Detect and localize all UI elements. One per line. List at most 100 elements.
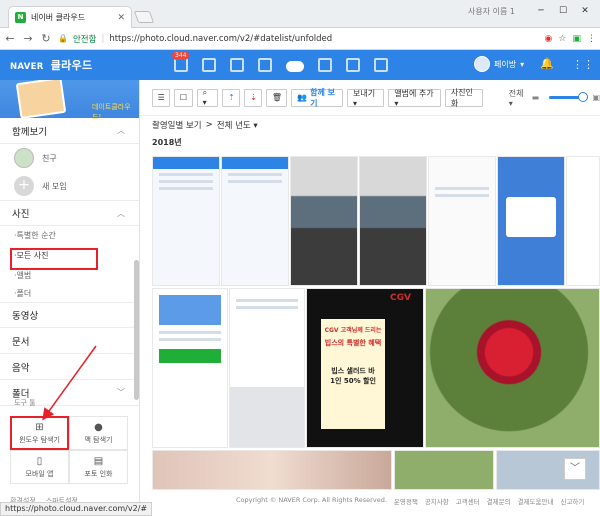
- minimize-icon[interactable]: ─: [530, 3, 552, 19]
- cgv-promo-panel: CGV 고객님께 드리는 빕스의 특별한 혜택 빕스 샐러드 바 1인 50% …: [321, 319, 385, 429]
- photo-thumbnail[interactable]: [425, 288, 600, 448]
- cast-icon[interactable]: ▣: [572, 34, 581, 44]
- footer-link[interactable]: 결제도움안내: [518, 496, 554, 506]
- grid-large-icon[interactable]: ▣: [592, 93, 600, 102]
- grid-size-icon[interactable]: ▬: [532, 93, 540, 102]
- thumb-line: [228, 173, 282, 176]
- photo-thumbnail[interactable]: [394, 450, 494, 490]
- photo-thumbnail-cgv[interactable]: CGV CGV 고객님께 드리는 빕스의 특별한 혜택 빕스 샐러드 바 1인 …: [306, 288, 424, 448]
- url-separator: |: [101, 33, 105, 44]
- send-dropdown[interactable]: 보내기 ▾: [347, 88, 385, 108]
- sidebar-scrollbar[interactable]: [134, 260, 139, 400]
- photo-thumbnail[interactable]: [497, 156, 565, 286]
- photo-thumbnail[interactable]: [566, 156, 600, 286]
- browser-user-name[interactable]: 사용자 이름 1: [468, 6, 515, 17]
- trash-icon[interactable]: 🗑: [266, 88, 288, 107]
- cgv-line: 빕스의 특별한 혜택: [324, 339, 382, 347]
- blog-icon[interactable]: [374, 58, 388, 72]
- mail-icon[interactable]: 344: [172, 51, 190, 72]
- thumb-header: [222, 157, 288, 169]
- footer-link[interactable]: 고객센터: [456, 496, 480, 506]
- logo-brand: NAVER: [10, 62, 44, 72]
- office-icon[interactable]: [346, 58, 360, 72]
- close-window-icon[interactable]: ✕: [574, 3, 596, 19]
- sidebar-section-music[interactable]: 음악: [0, 354, 139, 380]
- back-icon[interactable]: ←: [4, 32, 16, 45]
- mobile-app-button[interactable]: ▯ 모바일 앱: [10, 450, 69, 484]
- search-icon[interactable]: ⌕ ▾: [196, 88, 219, 107]
- bookmark-star-icon[interactable]: ☆: [558, 34, 566, 44]
- footer-link[interactable]: 공지사항: [425, 496, 449, 506]
- view-mode-dropdown[interactable]: 촬영일별 보기: [152, 119, 202, 131]
- chevron-up-icon: ︿: [117, 126, 125, 135]
- photo-thumbnail[interactable]: [152, 450, 392, 490]
- secure-label: 안전함: [72, 34, 97, 45]
- chevron-up-icon: ︿: [117, 208, 125, 218]
- forward-icon[interactable]: →: [22, 32, 34, 45]
- footer-link[interactable]: 신고하기: [560, 496, 584, 506]
- breadcrumb-separator: >: [205, 120, 213, 130]
- photo-thumbnail[interactable]: [152, 288, 228, 448]
- select-all-checkbox[interactable]: ☐: [174, 88, 193, 107]
- photo-print-toolbar-button[interactable]: 사진인화: [444, 88, 483, 108]
- sidebar-section-docs[interactable]: 문서: [0, 328, 139, 354]
- bell-icon[interactable]: 🔔: [540, 57, 554, 70]
- apps-grid-icon[interactable]: ⋮⋮: [572, 58, 594, 71]
- extension-icon[interactable]: ◉: [545, 34, 553, 44]
- zoom-knob[interactable]: [578, 92, 589, 102]
- footer-link[interactable]: 결제문의: [487, 496, 511, 506]
- thumb-line: [159, 180, 213, 183]
- url-field[interactable]: 🔒 안전함 | https://photo.cloud.naver.com/v2…: [58, 30, 539, 48]
- sidebar-item-special[interactable]: · 특별한 순간: [0, 226, 139, 244]
- thumb-keyboard: [230, 387, 304, 447]
- year-filter-dropdown[interactable]: 전체 년도 ▾: [217, 119, 258, 131]
- zoom-slider[interactable]: [549, 92, 589, 102]
- photo-thumbnail[interactable]: [428, 156, 496, 286]
- header-user[interactable]: 페이방 ▾: [474, 56, 524, 72]
- upload-icon[interactable]: ⇡: [222, 88, 241, 107]
- photo-thumbnail[interactable]: [221, 156, 289, 286]
- photo-icon[interactable]: [318, 58, 332, 72]
- menu-icon[interactable]: ☰: [152, 88, 171, 107]
- sort-dropdown[interactable]: 전체 ▾: [509, 88, 528, 108]
- header-user-name: 페이방: [494, 59, 517, 69]
- photo-thumbnail[interactable]: [290, 156, 358, 286]
- photo-print-button[interactable]: ▤ 포토 인화: [69, 450, 128, 484]
- cgv-line: 빕스 샐러드 바: [331, 367, 375, 375]
- sidebar-section-video[interactable]: 동영상: [0, 302, 139, 328]
- sidebar-item-folder[interactable]: · 폴더: [0, 284, 139, 302]
- memo-icon[interactable]: [230, 58, 244, 72]
- naver-cloud-logo[interactable]: NAVER 클라우드: [0, 57, 150, 73]
- logo-service: 클라우드: [50, 59, 93, 72]
- button-label: 함께 보기: [310, 87, 335, 108]
- photo-thumbnail[interactable]: [152, 156, 220, 286]
- contacts-icon[interactable]: [258, 58, 272, 72]
- sidebar-item-new-group[interactable]: + 새 모임: [0, 172, 139, 200]
- photo-thumbnail[interactable]: [229, 288, 305, 448]
- windows-icon: ⊞: [35, 421, 44, 433]
- footer-link[interactable]: 운영정책: [394, 496, 418, 506]
- tab-title: 네이버 클라우드: [31, 13, 86, 22]
- download-icon[interactable]: ⇣: [244, 88, 263, 107]
- tools-label: 도구 툴: [14, 399, 36, 407]
- url-text: https://photo.cloud.naver.com/v2/#dateli…: [109, 33, 333, 44]
- thumb-line: [228, 180, 282, 183]
- promo-banner[interactable]: 데이트클라우드!: [0, 80, 139, 121]
- browser-tab[interactable]: N 네이버 클라우드 ✕: [8, 6, 132, 28]
- calendar-icon[interactable]: [202, 58, 216, 72]
- add-to-album-dropdown[interactable]: 앨범에 추가 ▾: [388, 88, 441, 108]
- reload-icon[interactable]: ↻: [40, 32, 52, 45]
- maximize-icon[interactable]: ☐: [552, 3, 574, 19]
- photo-thumbnail[interactable]: [359, 156, 427, 286]
- mac-explorer-button[interactable]: ● 맥 탐색기: [69, 416, 128, 450]
- sidebar-section-photos[interactable]: 사진 ︿: [0, 200, 139, 226]
- menu-dots-icon[interactable]: ⋮: [587, 34, 596, 44]
- cloud-icon[interactable]: [286, 61, 304, 72]
- new-tab-button[interactable]: [133, 11, 155, 23]
- scroll-down-button[interactable]: ﹀: [564, 458, 586, 480]
- chevron-down-icon: ﹀: [117, 388, 125, 397]
- view-together-button[interactable]: 👥 함께 보기: [291, 87, 344, 108]
- sidebar-item-friends[interactable]: 친구: [0, 144, 139, 172]
- windows-explorer-button[interactable]: ⊞ 윈도우 탐색기: [10, 416, 69, 450]
- close-tab-icon[interactable]: ✕: [117, 13, 125, 23]
